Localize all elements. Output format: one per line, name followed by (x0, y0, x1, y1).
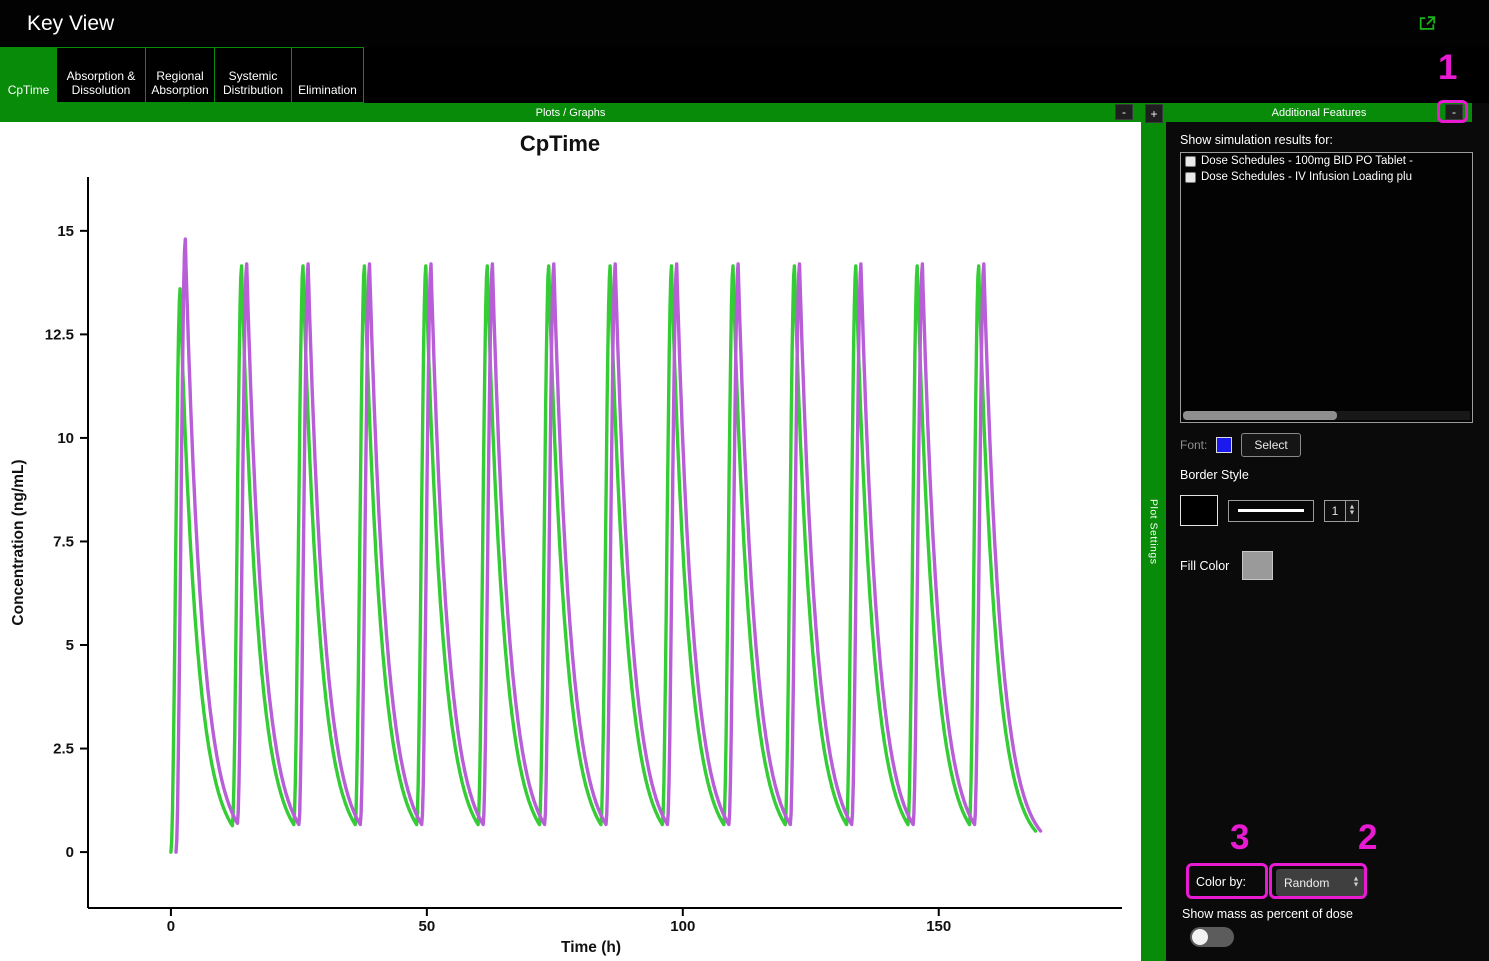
svg-text:Concentration (ng/mL): Concentration (ng/mL) (10, 459, 27, 625)
svg-text:2.5: 2.5 (53, 741, 74, 758)
svg-text:5: 5 (66, 637, 74, 654)
tab-absorption-dissolution[interactable]: Absorption & Dissolution (56, 47, 146, 103)
tab-label: CpTime (7, 83, 50, 98)
cptime-chart-canvas: CpTime02.557.51012.5150 50 100 150Time (h)C… (10, 131, 1122, 956)
tab-label: Elimination (298, 83, 357, 98)
add-plot-button[interactable]: + (1145, 104, 1163, 123)
plots-graphs-panel: Plots / Graphs - CpTime 0 2.5 5 7.5 10 12.5 15 0… (0, 103, 1141, 961)
font-color-swatch[interactable] (1216, 437, 1233, 453)
key-view-window: Key View CpTime Absorption & Dissolution… (0, 0, 1489, 961)
tab-regional-absorption[interactable]: Regional Absorption (145, 47, 215, 103)
checkbox[interactable] (1185, 155, 1196, 167)
plot-settings-label: Plot Settings (1147, 499, 1160, 565)
border-width-value: 1 (1324, 499, 1346, 522)
svg-text:Time (h): Time (h) (561, 939, 621, 956)
tab-bar: CpTime Absorption & Dissolution Regional… (0, 47, 1489, 103)
horizontal-scrollbar[interactable] (1183, 411, 1470, 420)
font-label: Font: (1180, 438, 1208, 452)
border-width-spinner[interactable]: 1 ▲ ▼ (1324, 499, 1359, 522)
svg-text:15: 15 (57, 223, 74, 240)
tab-cptime[interactable]: CpTime (0, 47, 57, 103)
additional-features-title: Additional Features (1271, 106, 1367, 119)
svg-text:0: 0 (66, 844, 74, 861)
cptime-chart: CpTime 0 2.5 5 7.5 10 12.5 15 0 50 100 150 Time (h) C… (0, 122, 1141, 961)
tab-elimination[interactable]: Elimination (291, 47, 364, 103)
plots-graphs-title: Plots / Graphs (535, 106, 606, 119)
collapse-plots-button[interactable]: - (1115, 104, 1133, 120)
annotation-box-2 (1269, 863, 1367, 899)
checkbox[interactable] (1185, 171, 1196, 183)
show-results-label: Show simulation results for: (1180, 133, 1333, 147)
fill-color-row: Fill Color (1180, 551, 1274, 580)
plots-graphs-header: Plots / Graphs - (0, 103, 1141, 122)
line-sample (1238, 509, 1304, 512)
svg-text:0: 0 (167, 918, 175, 935)
tab-systemic-distribution[interactable]: Systemic Distribution (214, 47, 292, 103)
spinner-arrows[interactable]: ▲ ▼ (1346, 499, 1359, 522)
svg-text:100: 100 (670, 918, 695, 935)
annotation-number-1: 1 (1438, 48, 1458, 87)
line-style-select[interactable] (1228, 499, 1314, 522)
fill-color-label: Fill Color (1180, 558, 1230, 573)
tab-label: Absorption & Dissolution (66, 69, 136, 98)
open-external-icon[interactable] (1418, 15, 1436, 32)
tab-label: Regional Absorption (151, 69, 209, 98)
annotation-box-3 (1186, 863, 1268, 899)
list-item-label: Dose Schedules - IV Infusion Loading plu (1201, 171, 1412, 183)
annotation-box-1 (1437, 100, 1468, 123)
list-item-dose-schedule-iv[interactable]: Dose Schedules - IV Infusion Loading plu (1181, 169, 1472, 185)
simulation-results-list[interactable]: Dose Schedules - 100mg BID PO Tablet - D… (1180, 152, 1473, 423)
additional-features-panel: Additional Features - Show simulation re… (1166, 103, 1489, 961)
border-style-row: 1 ▲ ▼ (1180, 495, 1359, 526)
svg-text:150: 150 (926, 918, 951, 935)
svg-text:10: 10 (57, 430, 74, 447)
plot-settings-strip[interactable]: Plot Settings (1141, 103, 1166, 961)
window-title: Key View (27, 11, 115, 35)
annotation-number-2: 2 (1358, 818, 1378, 857)
fill-color-swatch[interactable] (1242, 551, 1274, 580)
svg-text:CpTime: CpTime (520, 131, 600, 156)
list-item-dose-schedule-po[interactable]: Dose Schedules - 100mg BID PO Tablet - (1181, 153, 1472, 169)
annotation-number-3: 3 (1230, 818, 1250, 857)
border-color-swatch[interactable] (1180, 495, 1218, 526)
svg-text:7.5: 7.5 (53, 533, 74, 550)
svg-text:12.5: 12.5 (45, 326, 74, 343)
down-arrow-icon[interactable]: ▼ (1350, 510, 1354, 517)
list-item-label: Dose Schedules - 100mg BID PO Tablet - (1201, 155, 1414, 167)
font-select-button[interactable]: Select (1241, 433, 1301, 457)
font-row: Font: Select (1180, 432, 1301, 458)
scrollbar-thumb[interactable] (1183, 411, 1337, 420)
toggle-knob (1192, 929, 1208, 945)
tab-label: Systemic Distribution (222, 69, 284, 98)
mass-percent-label: Show mass as percent of dose (1182, 907, 1353, 921)
mass-percent-toggle[interactable] (1190, 927, 1234, 947)
border-style-label: Border Style (1180, 468, 1249, 482)
svg-text:50: 50 (419, 918, 436, 935)
titlebar: Key View (0, 0, 1489, 47)
additional-features-header: Additional Features - (1166, 103, 1472, 122)
